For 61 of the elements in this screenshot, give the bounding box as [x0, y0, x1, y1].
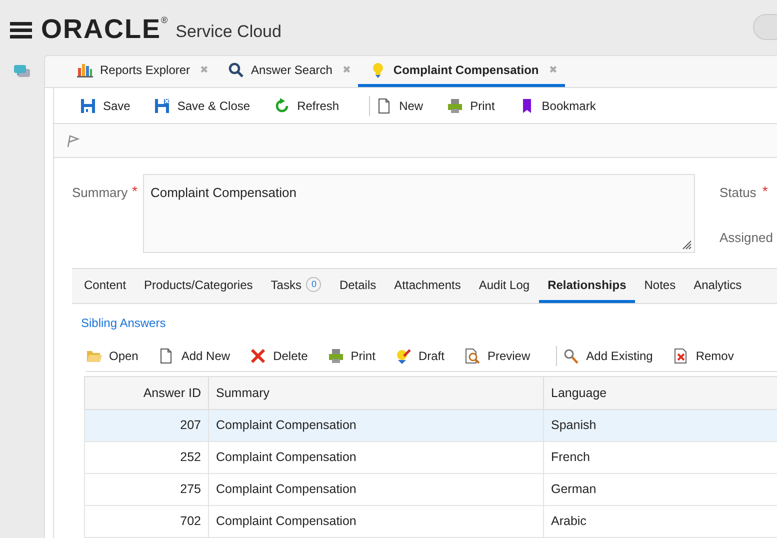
toolbar-button[interactable]: Draft	[395, 346, 444, 364]
workspace-tab[interactable]: Answer Search	[216, 56, 342, 84]
table-row[interactable]: 702 Complaint Compensation Arabic	[84, 506, 777, 538]
preview-icon	[464, 348, 480, 364]
content-tab[interactable]: Products/Categories	[135, 269, 262, 303]
search-icon	[228, 62, 244, 78]
sibling-answers-link[interactable]: Sibling Answers	[81, 314, 166, 332]
assigned-label: Assigned	[719, 228, 773, 247]
product-name: Service Cloud	[176, 20, 282, 43]
highlighter-icon	[395, 348, 412, 364]
printer-icon	[328, 348, 344, 364]
toolbar-button[interactable]: Add New	[158, 346, 230, 364]
toolbar-button[interactable]: Open	[86, 346, 138, 364]
content-tab[interactable]: Details	[330, 269, 386, 303]
toolbar-button[interactable]: Save & Close	[154, 96, 250, 114]
summary-label: Summary	[72, 184, 126, 202]
content-tab[interactable]: Notes	[635, 269, 685, 303]
content-tab[interactable]: Relationships	[538, 269, 636, 303]
summary-field[interactable]: Complaint Compensation	[143, 174, 696, 253]
content-tab[interactable]: Attachments	[385, 269, 470, 303]
remove-document-icon	[672, 348, 689, 364]
workspace-tab[interactable]: Complaint Compensation	[358, 56, 549, 84]
toolbar-button[interactable]: Add Existing	[563, 346, 653, 364]
toolbar-button[interactable]: New	[376, 96, 424, 114]
refresh-icon	[274, 98, 290, 114]
document-icon	[158, 348, 174, 364]
toolbar-button[interactable]: Delete	[250, 346, 308, 364]
document-icon	[376, 98, 392, 114]
printer-icon	[447, 98, 464, 114]
column-header[interactable]: Summary	[208, 376, 544, 410]
required-mark: *	[762, 182, 768, 201]
workspace-tab[interactable]: Reports Explorer	[65, 56, 200, 84]
delete-icon	[250, 348, 266, 364]
count-badge: 0	[306, 277, 322, 292]
chat-icon[interactable]	[14, 65, 30, 79]
toolbar-button[interactable]: Refresh	[274, 96, 340, 114]
logo: ORACLE	[41, 16, 161, 43]
toolbar-button[interactable]: Save	[80, 96, 130, 114]
resize-grip-icon[interactable]	[680, 238, 692, 250]
menu-icon[interactable]	[10, 22, 32, 39]
table-row[interactable]: 207 Complaint Compensation Spanish	[84, 410, 777, 442]
table-cell: 702	[84, 506, 208, 538]
content-tab[interactable]: Content	[75, 269, 136, 303]
flag-icon[interactable]	[66, 134, 80, 148]
toolbar-button[interactable]: Print	[447, 96, 495, 114]
toolbar-button[interactable]: Print	[328, 346, 376, 364]
required-mark: *	[132, 182, 138, 201]
bar-chart-icon	[77, 62, 93, 78]
toolbar-button[interactable]: Preview	[464, 346, 530, 364]
content-tab[interactable]: Tasks 0	[262, 269, 330, 303]
content-tab[interactable]: Analytics	[684, 269, 751, 303]
search-icon	[563, 348, 580, 364]
table-row[interactable]: 252 Complaint Compensation French	[84, 442, 777, 474]
content-tab[interactable]: Audit Log	[470, 269, 539, 303]
trademark-mark: ®	[161, 14, 168, 27]
status-label: Status	[719, 184, 756, 202]
toolbar-button[interactable]: Bookmark	[518, 96, 596, 114]
column-header[interactable]: Answer ID	[84, 376, 208, 410]
table-cell: Complaint Compensation	[208, 506, 544, 538]
table-row[interactable]: 275 Complaint Compensation German	[84, 474, 777, 506]
toolbar-button[interactable]: Remov	[672, 346, 734, 364]
